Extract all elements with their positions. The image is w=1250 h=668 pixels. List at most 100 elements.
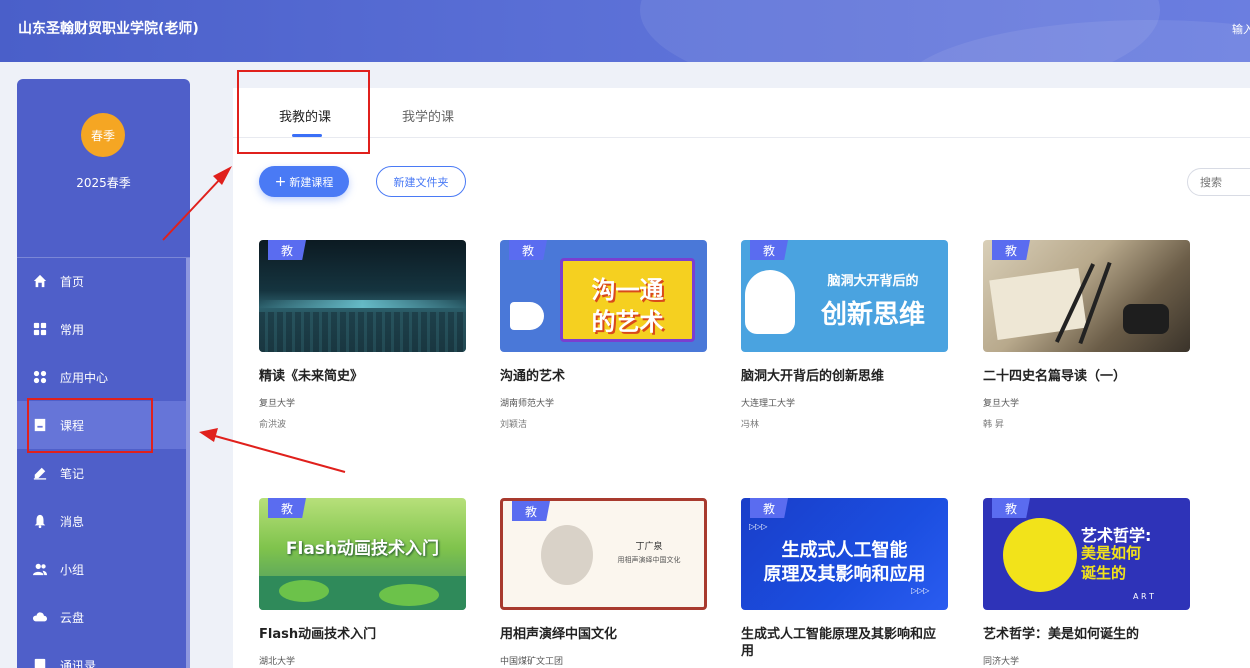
course-title[interactable]: 二十四史名篇导读（一） — [983, 368, 1190, 385]
sidebar-item-label: 消息 — [60, 514, 85, 529]
lightbulb-icon — [745, 270, 795, 334]
pen-icon — [33, 466, 47, 480]
sidebar-item-label: 笔记 — [60, 466, 85, 481]
cover-title-line2: 原理及其影响和应用 — [763, 564, 926, 585]
sidebar-item-label: 首页 — [60, 274, 85, 289]
course-cover[interactable]: 教 ▷▷▷ 生成式人工智能 原理及其影响和应用 ▷▷▷ — [741, 498, 948, 610]
sidebar-nav: 首页 常用 应用中心 课程 笔记 消息 小组 云盘 通讯录 — [17, 257, 186, 668]
lily-pad-decoration — [279, 580, 329, 602]
course-school: 同济大学 — [983, 657, 1020, 667]
course-school: 大连理工大学 — [741, 399, 796, 409]
course-title[interactable]: 艺术哲学：美是如何诞生的 — [983, 626, 1190, 643]
course-cover[interactable]: 教 — [259, 240, 466, 352]
avatar[interactable]: 春季 — [81, 113, 125, 157]
sidebar-item-label: 小组 — [60, 562, 85, 577]
course-teacher: 刘颖洁 — [500, 420, 528, 430]
course-school: 复旦大学 — [983, 399, 1020, 409]
search-input[interactable] — [1187, 168, 1250, 196]
cover-title-line1: 生成式人工智能 — [781, 540, 908, 561]
cover-title-line1: Flash动画技术入门 — [285, 539, 440, 559]
cover-art-label: A R T — [1133, 592, 1155, 601]
course-title[interactable]: 沟通的艺术 — [500, 368, 707, 385]
school-name: 山东圣翰财贸职业学院(老师) — [18, 21, 199, 37]
contacts-icon — [33, 658, 47, 668]
tab-my-learning[interactable]: 我学的课 — [402, 106, 454, 125]
new-folder-button[interactable]: 新建文件夹 — [376, 166, 466, 197]
course-tabs: 我教的课 我学的课 — [233, 88, 1250, 138]
cover-glow-decoration — [259, 300, 466, 308]
lily-pad-decoration — [379, 584, 439, 606]
course-cover[interactable]: 教 脑洞大开背后的 创新思维 — [741, 240, 948, 352]
cover-arrows-bottom: ▷▷▷ — [911, 586, 930, 595]
course-cover[interactable]: 教 Flash动画技术入门 — [259, 498, 466, 610]
cover-title-line1: 沟一通 — [591, 276, 664, 304]
sidebar-item-common[interactable]: 常用 — [17, 305, 186, 353]
grid-icon — [33, 322, 47, 336]
course-card[interactable]: 教 丁广泉 用相声演绎中国文化 用相声演绎中国文化 中国煤矿文工团 — [500, 498, 707, 667]
course-card[interactable]: 教 ▷▷▷ 生成式人工智能 原理及其影响和应用 ▷▷▷ 生成式人工智能原理及其影… — [741, 498, 948, 660]
teaching-badge: 教 — [992, 498, 1030, 518]
course-cover[interactable]: 教 艺术哲学: 美是如何 诞生的 A R T — [983, 498, 1190, 610]
cover-title-line2: 美是如何 — [1081, 544, 1142, 562]
course-teacher: 韩 昇 — [983, 420, 1004, 430]
sidebar-item-label: 通讯录 — [60, 658, 97, 668]
teaching-badge: 教 — [268, 498, 306, 518]
cover-city-decoration — [259, 312, 466, 352]
group-icon — [33, 562, 47, 576]
sidebar-item-label: 应用中心 — [60, 370, 109, 385]
cover-title-line2: 用相声演绎中国文化 — [617, 556, 681, 564]
teaching-badge: 教 — [750, 240, 788, 260]
inkstone-decoration — [1123, 304, 1169, 334]
course-cover[interactable]: 教 沟一通 的艺术 — [500, 240, 707, 352]
course-school: 湖南师范大学 — [500, 399, 555, 409]
term-label: 2025春季 — [76, 176, 131, 190]
cover-title-line2: 的艺术 — [591, 308, 664, 336]
annotation-arrow-head — [213, 166, 232, 185]
teaching-badge: 教 — [992, 240, 1030, 260]
course-teacher: 冯林 — [741, 420, 760, 430]
new-course-button[interactable]: + 新建课程 — [259, 166, 349, 197]
cover-title-line1: 脑洞大开背后的 — [827, 274, 919, 289]
annotation-box-courses — [27, 398, 153, 453]
course-school: 湖北大学 — [259, 657, 296, 667]
header-right-text[interactable]: 输入 — [1232, 21, 1250, 37]
teaching-badge: 教 — [509, 240, 547, 260]
cover-title-line1: 丁广泉 — [635, 542, 663, 552]
teaching-badge: 教 — [512, 501, 550, 521]
sidebar-scrollbar[interactable] — [186, 258, 190, 668]
course-card[interactable]: 教 脑洞大开背后的 创新思维 脑洞大开背后的创新思维 大连理工大学 冯林 — [741, 240, 948, 430]
course-title[interactable]: 脑洞大开背后的创新思维 — [741, 368, 948, 385]
course-card[interactable]: 教 Flash动画技术入门 Flash动画技术入门 湖北大学 — [259, 498, 466, 667]
teaching-badge: 教 — [750, 498, 788, 518]
golden-circle-decoration — [1003, 518, 1077, 592]
cover-arrows-top: ▷▷▷ — [749, 522, 768, 531]
course-cover[interactable]: 教 丁广泉 用相声演绎中国文化 — [500, 498, 707, 610]
cover-title-line2: 创新思维 — [820, 300, 925, 330]
teaching-badge: 教 — [268, 240, 306, 260]
sidebar-item-home[interactable]: 首页 — [17, 257, 186, 305]
course-card[interactable]: 教 精读《未来简史》 复旦大学 俞洪波 — [259, 240, 466, 430]
main-panel: 我教的课 我学的课 + 新建课程 新建文件夹 教 精读《未来简史》 复旦大学 俞… — [233, 88, 1250, 668]
course-title[interactable]: 用相声演绎中国文化 — [500, 626, 707, 643]
course-title[interactable]: 精读《未来简史》 — [259, 368, 466, 385]
course-card[interactable]: 教 沟一通 的艺术 沟通的艺术 湖南师范大学 刘颖洁 — [500, 240, 707, 430]
course-card[interactable]: 教 艺术哲学: 美是如何 诞生的 A R T 艺术哲学：美是如何诞生的 同济大学 — [983, 498, 1190, 667]
course-school: 中国煤矿文工团 — [500, 657, 564, 667]
new-course-label: 新建课程 — [289, 175, 334, 189]
course-teacher: 俞洪波 — [259, 420, 287, 430]
cloud-icon — [33, 610, 47, 624]
sidebar-item-cloud[interactable]: 云盘 — [17, 593, 186, 641]
course-cover[interactable]: 教 — [983, 240, 1190, 352]
annotation-arrow-head — [199, 428, 218, 442]
sidebar-item-notes[interactable]: 笔记 — [17, 449, 186, 497]
plus-icon: + — [274, 173, 287, 190]
sidebar-item-label: 常用 — [60, 322, 85, 337]
apps-icon — [33, 370, 47, 384]
course-card[interactable]: 教 二十四史名篇导读（一） 复旦大学 韩 昇 — [983, 240, 1190, 430]
sidebar-item-contacts[interactable]: 通讯录 — [17, 641, 186, 668]
sidebar-item-groups[interactable]: 小组 — [17, 545, 186, 593]
course-title[interactable]: Flash动画技术入门 — [259, 626, 466, 643]
sidebar-item-app-center[interactable]: 应用中心 — [17, 353, 186, 401]
course-title[interactable]: 生成式人工智能原理及其影响和应用 — [741, 626, 948, 660]
sidebar-item-messages[interactable]: 消息 — [17, 497, 186, 545]
